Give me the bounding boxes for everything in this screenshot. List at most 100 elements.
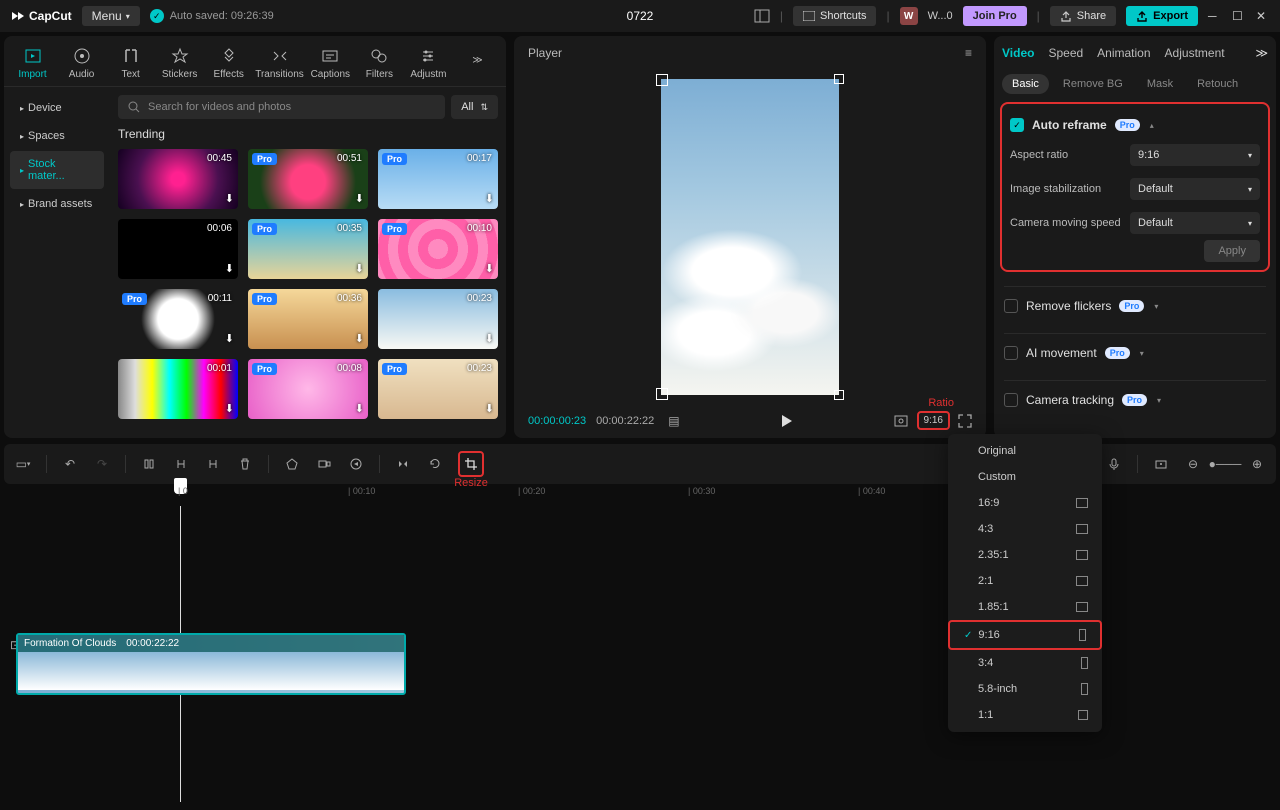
subtab-basic[interactable]: Basic xyxy=(1002,74,1049,94)
close-icon[interactable]: ✕ xyxy=(1256,9,1270,23)
media-item[interactable]: 00:23⬇ xyxy=(378,289,498,349)
camera-speed-select[interactable]: Default▾ xyxy=(1130,212,1260,234)
video-preview[interactable] xyxy=(661,79,839,395)
media-item[interactable]: 00:36⬇Pro xyxy=(248,289,368,349)
media-item[interactable]: 00:06⬇ xyxy=(118,219,238,279)
markout-icon[interactable] xyxy=(283,455,301,473)
tab-adjustment[interactable]: Adjustment xyxy=(1165,46,1225,66)
ruler-mark: | 00:20 xyxy=(518,486,545,496)
mirror-icon[interactable] xyxy=(394,455,412,473)
ratio-option-916[interactable]: ✓9:16 xyxy=(948,620,1102,650)
subtab-retouch[interactable]: Retouch xyxy=(1187,74,1248,94)
user-avatar[interactable]: W xyxy=(900,7,918,25)
autosave-status: ✓ Auto saved: 09:26:39 xyxy=(150,9,274,23)
trim-left-icon[interactable] xyxy=(172,455,190,473)
remove-flickers-checkbox[interactable] xyxy=(1004,299,1018,313)
join-pro-button[interactable]: Join Pro xyxy=(963,6,1027,26)
category-import[interactable]: Import xyxy=(8,40,57,86)
minimize-icon[interactable]: ─ xyxy=(1208,9,1222,23)
chevron-down-icon[interactable]: ▾ xyxy=(1140,349,1144,358)
media-item[interactable]: 00:10⬇Pro xyxy=(378,219,498,279)
zoom-in-icon[interactable]: ⊕ xyxy=(1248,455,1266,473)
subnav-spaces[interactable]: ▸Spaces xyxy=(10,123,104,149)
media-item[interactable]: 00:51⬇Pro xyxy=(248,149,368,209)
video-clip[interactable]: Formation Of Clouds 00:00:22:22 xyxy=(16,633,406,695)
chevron-down-icon[interactable]: ▾ xyxy=(1154,302,1158,311)
ratio-option-11[interactable]: 1:1 xyxy=(948,702,1102,728)
category-stickers[interactable]: Stickers xyxy=(155,40,204,86)
category-effects[interactable]: Effects xyxy=(204,40,253,86)
properties-panel: Video Speed Animation Adjustment ≫ Basic… xyxy=(994,36,1276,438)
media-item[interactable]: 00:17⬇Pro xyxy=(378,149,498,209)
tab-animation[interactable]: Animation xyxy=(1097,46,1150,66)
media-item[interactable]: 00:08⬇Pro xyxy=(248,359,368,419)
ratio-option-58inch[interactable]: 5.8-inch xyxy=(948,676,1102,702)
share-button[interactable]: Share xyxy=(1050,6,1116,26)
play-button[interactable] xyxy=(778,413,794,429)
menu-button[interactable]: Menu▾ xyxy=(82,6,140,26)
media-item[interactable]: 00:45⬇ xyxy=(118,149,238,209)
compare-icon[interactable] xyxy=(893,413,909,429)
ratio-option-21[interactable]: 2:1 xyxy=(948,568,1102,594)
mic-icon[interactable] xyxy=(1105,455,1123,473)
subnav-device[interactable]: ▸Device xyxy=(10,95,104,121)
ratio-option-Custom[interactable]: Custom xyxy=(948,464,1102,490)
ratio-button[interactable]: Ratio 9:16 xyxy=(917,411,950,430)
camera-tracking-checkbox[interactable] xyxy=(1004,393,1018,407)
chevron-down-icon[interactable]: ▾ xyxy=(1157,396,1161,405)
subtab-removebg[interactable]: Remove BG xyxy=(1053,74,1133,94)
reverse-icon[interactable] xyxy=(347,455,365,473)
ratio-option-34[interactable]: 3:4 xyxy=(948,650,1102,676)
rotate-icon[interactable] xyxy=(426,455,444,473)
tab-speed[interactable]: Speed xyxy=(1048,46,1083,66)
media-item[interactable]: 00:01⬇ xyxy=(118,359,238,419)
ratio-option-2351[interactable]: 2.35:1 xyxy=(948,542,1102,568)
tabs-more-icon[interactable]: ≫ xyxy=(1255,46,1268,66)
media-item[interactable]: 00:35⬇Pro xyxy=(248,219,368,279)
narration-icon[interactable] xyxy=(315,455,333,473)
delete-icon[interactable] xyxy=(236,455,254,473)
category-text[interactable]: Text xyxy=(106,40,155,86)
zoom-slider[interactable]: ●─── xyxy=(1216,455,1234,473)
category-transitions[interactable]: Transitions xyxy=(253,40,306,86)
tab-video[interactable]: Video xyxy=(1002,46,1034,66)
filter-all-button[interactable]: All⇅ xyxy=(451,95,498,119)
chevron-up-icon[interactable]: ▴ xyxy=(1150,121,1154,130)
player-menu-icon[interactable]: ≡ xyxy=(965,46,972,60)
crop-tool[interactable]: Resize xyxy=(458,451,484,477)
redo-icon[interactable]: ↷ xyxy=(93,455,111,473)
subnav-brandassets[interactable]: ▸Brand assets xyxy=(10,191,104,217)
ratio-option-43[interactable]: 4:3 xyxy=(948,516,1102,542)
layout-icon[interactable] xyxy=(754,9,770,23)
search-input[interactable]: Search for videos and photos xyxy=(118,95,445,119)
export-button[interactable]: Export xyxy=(1126,6,1198,26)
media-item[interactable]: 00:23⬇Pro xyxy=(378,359,498,419)
fullscreen-icon[interactable] xyxy=(958,414,972,428)
category-captions[interactable]: Captions xyxy=(306,40,355,86)
subtab-mask[interactable]: Mask xyxy=(1137,74,1183,94)
aspect-ratio-select[interactable]: 9:16▾ xyxy=(1130,144,1260,166)
category-audio[interactable]: Audio xyxy=(57,40,106,86)
media-item[interactable]: 00:11⬇Pro xyxy=(118,289,238,349)
list-icon[interactable]: ▤ xyxy=(668,414,679,428)
category-adjustm[interactable]: Adjustm xyxy=(404,40,453,86)
ratio-option-169[interactable]: 16:9 xyxy=(948,490,1102,516)
stabilization-select[interactable]: Default▾ xyxy=(1130,178,1260,200)
trim-right-icon[interactable] xyxy=(204,455,222,473)
category-filters[interactable]: Filters xyxy=(355,40,404,86)
maximize-icon[interactable]: ☐ xyxy=(1232,9,1246,23)
shortcuts-button[interactable]: Shortcuts xyxy=(793,6,876,26)
ai-movement-checkbox[interactable] xyxy=(1004,346,1018,360)
ratio-option-1851[interactable]: 1.85:1 xyxy=(948,594,1102,620)
ratio-option-Original[interactable]: Original xyxy=(948,438,1102,464)
selection-tool-icon[interactable]: ▭▾ xyxy=(14,455,32,473)
zoom-out-icon[interactable]: ⊖ xyxy=(1184,455,1202,473)
auto-reframe-checkbox[interactable]: ✓ xyxy=(1010,118,1024,132)
subnav-stockmater[interactable]: ▸Stock mater... xyxy=(10,151,104,189)
categories-more-icon[interactable]: ≫ xyxy=(453,40,502,86)
markers-icon[interactable] xyxy=(1152,455,1170,473)
undo-icon[interactable]: ↶ xyxy=(61,455,79,473)
apply-button[interactable]: Apply xyxy=(1204,240,1260,262)
project-title: 0722 xyxy=(627,9,654,23)
split-icon[interactable] xyxy=(140,455,158,473)
